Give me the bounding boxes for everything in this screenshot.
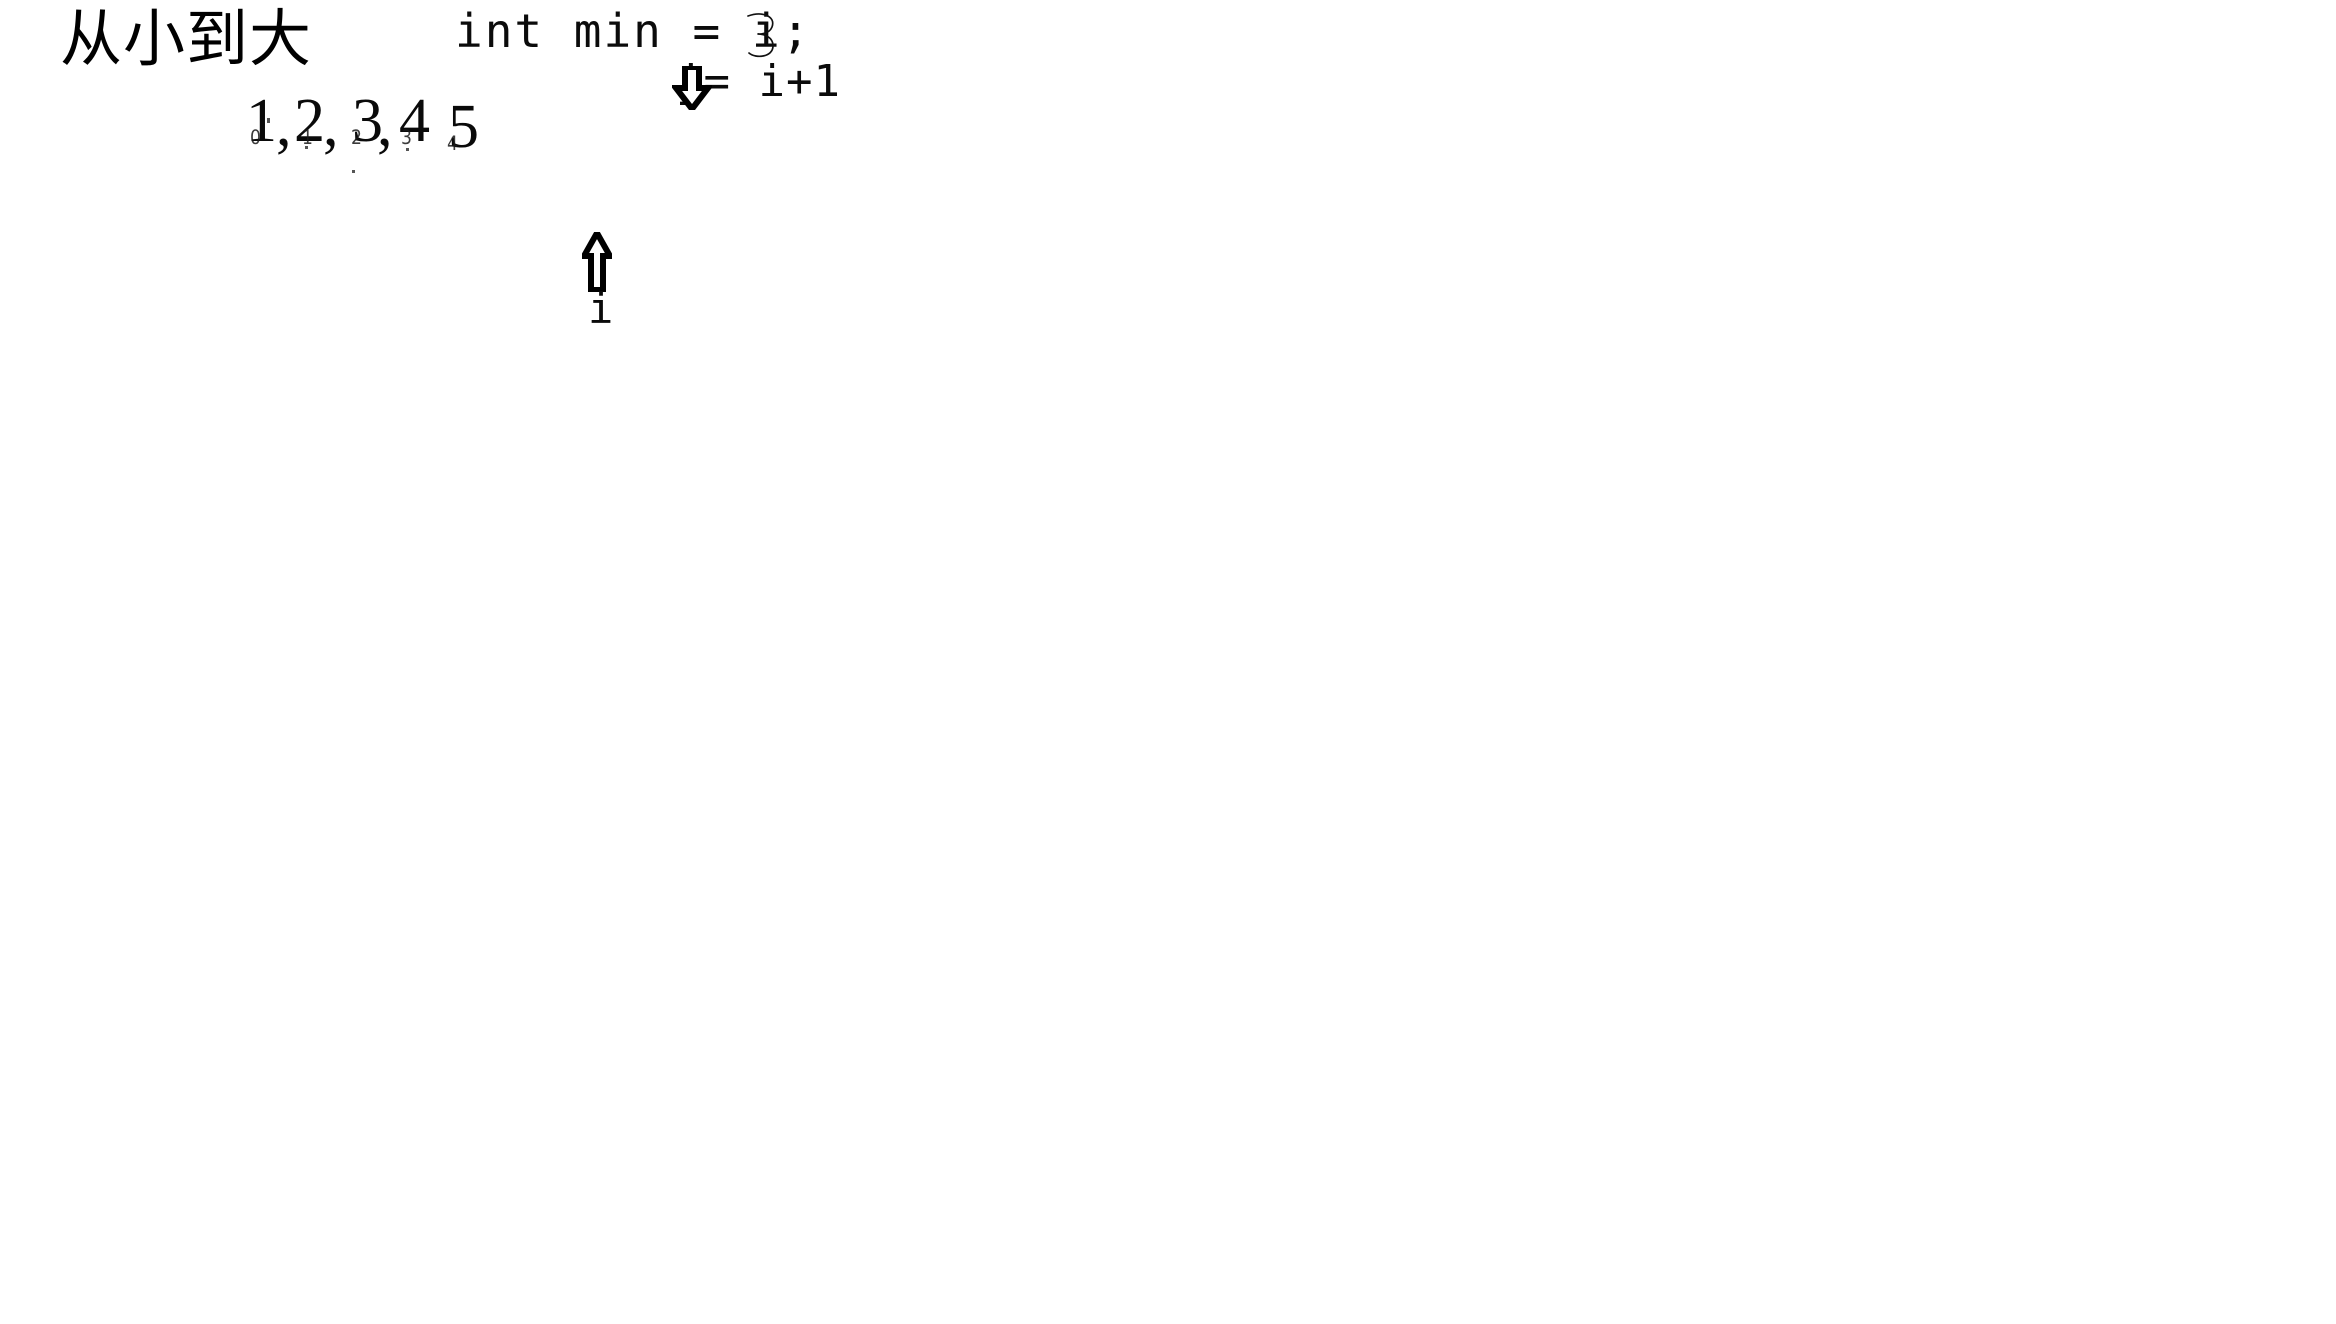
stray-pencil-mark (305, 146, 308, 149)
pointer-label-i: i (588, 284, 614, 333)
code-line-j-assignment: j= i+1 (676, 56, 841, 107)
array-index-mark: 2 (351, 126, 362, 149)
array-index-mark: 0 (250, 126, 261, 149)
array-index-mark: 4 (447, 132, 458, 155)
whiteboard-canvas: 从小到大 int min = i; j= i+1 1 , 0 2 , 1 3 ,… (0, 0, 2336, 1324)
array-index-mark: 1 (302, 126, 313, 149)
stray-pencil-mark (352, 170, 355, 173)
code-line-declaration: int min = i; (455, 4, 812, 58)
array-index-mark: 3 (401, 126, 412, 149)
stray-pencil-mark (406, 148, 409, 151)
stray-pencil-mark (267, 118, 270, 123)
array-separator: , (377, 91, 393, 159)
array-separator: , (276, 91, 292, 159)
page-title: 从小到大 (60, 2, 313, 75)
array-separator: , (323, 91, 339, 159)
